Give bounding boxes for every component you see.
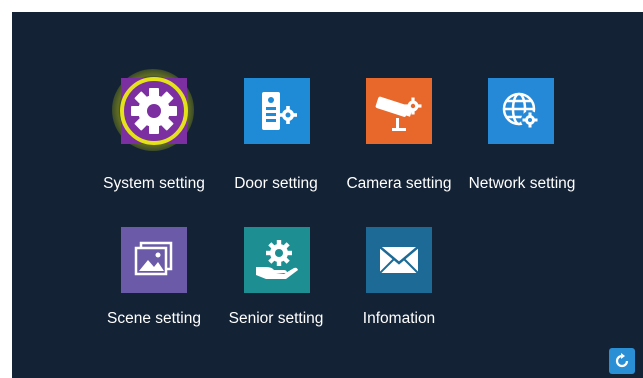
refresh-button[interactable] <box>609 348 635 374</box>
scene-setting-label: Scene setting <box>107 310 201 327</box>
senior-setting-label: Senior setting <box>228 310 324 327</box>
system-setting-tile[interactable] <box>120 77 188 145</box>
gear-icon <box>120 77 188 145</box>
senior-setting-tile[interactable] <box>244 227 310 293</box>
scene-setting-tile[interactable] <box>121 227 187 293</box>
network-setting-label: Network setting <box>468 175 576 192</box>
door-phone-icon <box>262 92 297 130</box>
picture-icon <box>134 241 173 276</box>
infomation-tile[interactable] <box>366 227 432 293</box>
camera-setting-tile[interactable] <box>366 78 432 144</box>
system-setting-label: System setting <box>103 175 205 192</box>
infomation-label: Infomation <box>362 310 436 327</box>
door-setting-label: Door setting <box>234 175 318 192</box>
globe-icon <box>502 92 539 129</box>
hand-gear-icon <box>256 240 298 279</box>
envelope-icon <box>379 246 419 274</box>
camera-setting-label: Camera setting <box>346 175 452 192</box>
refresh-icon <box>615 353 629 368</box>
network-setting-tile[interactable] <box>488 78 554 144</box>
door-setting-tile[interactable] <box>244 78 310 144</box>
camera-icon <box>375 96 422 131</box>
